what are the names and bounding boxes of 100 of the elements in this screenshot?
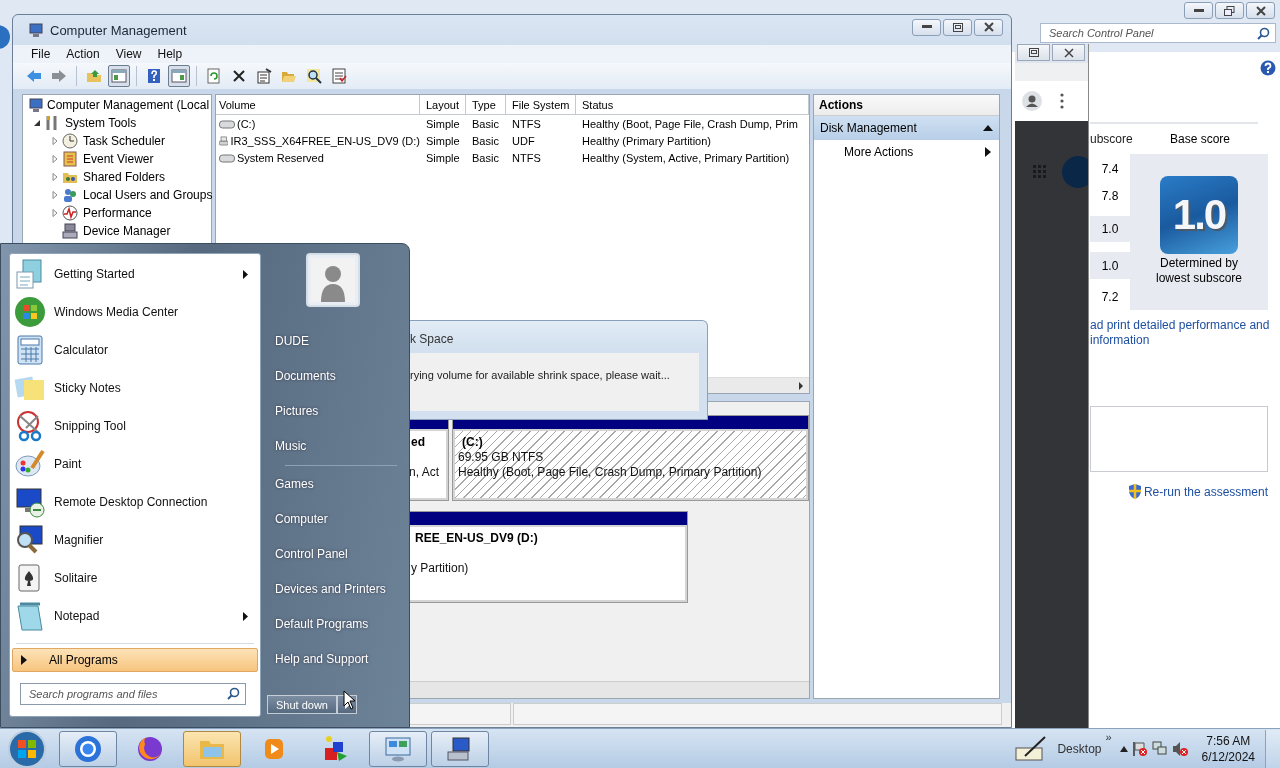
subscore-value: 1.0: [1090, 215, 1130, 243]
close-button[interactable]: [974, 18, 1003, 36]
shutdown-button[interactable]: Shut down: [267, 695, 337, 714]
table-cell: (C:): [216, 117, 420, 130]
show-hidden-icons-icon[interactable]: [1119, 745, 1128, 752]
collapsed-arrow-icon[interactable]: [51, 191, 59, 199]
shield-icon: [1127, 484, 1142, 499]
dialog-title: k Space: [410, 331, 455, 348]
rerun-link[interactable]: Re-run the assessment: [1143, 484, 1268, 499]
restore-button[interactable]: [1017, 44, 1050, 61]
start-menu-link[interactable]: Music: [265, 428, 405, 463]
user-avatar[interactable]: [306, 253, 360, 307]
users-icon: [62, 187, 78, 203]
start-menu-link[interactable]: Documents: [265, 358, 405, 393]
start-button[interactable]: [7, 728, 47, 768]
tree-item[interactable]: Device Manager: [62, 223, 171, 239]
start-menu-link[interactable]: DUDE: [265, 323, 405, 358]
collapse-arrow-icon[interactable]: [983, 125, 993, 131]
details-link[interactable]: ad print detailed performance and: [1090, 318, 1280, 333]
tools-icon: [44, 115, 60, 131]
optical-drive-icon: [219, 133, 229, 148]
start-menu-link[interactable]: Computer: [265, 501, 405, 536]
program-item[interactable]: Calculator: [12, 331, 260, 369]
tree-item[interactable]: Local Users and Groups: [62, 187, 213, 203]
program-item[interactable]: Getting Started: [12, 255, 260, 293]
restore-button[interactable]: [1215, 2, 1244, 19]
chevron-button[interactable]: »: [1105, 730, 1112, 743]
search-field[interactable]: Search programs and files: [20, 683, 246, 705]
table-cell-text: Basic: [471, 151, 500, 164]
collapsed-arrow-icon[interactable]: [51, 137, 59, 145]
expanded-arrow-icon[interactable]: [33, 119, 41, 127]
table-cell-text: Healthy (Boot, Page File, Crash Dump, Prim: [581, 117, 799, 130]
menu-item[interactable]: File: [23, 45, 59, 63]
column-header[interactable]: Volume: [216, 95, 420, 114]
minimize-button[interactable]: [1184, 2, 1213, 19]
start-menu-link[interactable]: Help and Support: [265, 641, 405, 676]
details-link[interactable]: information: [1090, 333, 1280, 348]
minimize-icon: [1193, 8, 1204, 13]
program-item[interactable]: Snipping Tool: [12, 407, 260, 445]
start-menu-link[interactable]: Games: [265, 466, 405, 501]
collapsed-arrow-icon[interactable]: [51, 155, 59, 163]
column-header[interactable]: Type: [466, 95, 506, 114]
action-section[interactable]: Disk Management: [814, 116, 999, 140]
start-menu-link[interactable]: Control Panel: [265, 536, 405, 571]
minimize-button[interactable]: [912, 18, 941, 36]
browser-icon: [73, 733, 103, 764]
dialog-message: rying volume for available shrink space, please wait...: [410, 369, 670, 381]
close-button[interactable]: [1246, 2, 1275, 19]
clock-icon: [62, 133, 78, 149]
tree-item[interactable]: Computer Management (Local: [23, 96, 211, 114]
maximize-button[interactable]: [943, 18, 972, 36]
program-item[interactable]: Solitaire: [12, 559, 260, 597]
partition-block[interactable]: (C:) 69.95 GB NTFS Healthy (Boot, Page File, Crash Dump, Primary Partition): [452, 415, 809, 501]
tree-item[interactable]: Task Scheduler: [62, 133, 166, 149]
start-menu-link[interactable]: Devices and Printers: [265, 571, 405, 606]
program-item[interactable]: Paint: [12, 445, 260, 483]
collapsed-arrow-icon[interactable]: [51, 209, 59, 217]
program-item[interactable]: Sticky Notes: [12, 369, 260, 407]
column-header[interactable]: File System: [506, 95, 576, 114]
partition-name: REE_EN-US_DV9 (D:): [414, 531, 539, 546]
back-button[interactable]: [0, 23, 12, 51]
partition-name: ed: [410, 435, 426, 450]
program-item[interactable]: Remote Desktop Connection: [12, 483, 260, 521]
menu-item[interactable]: Action: [58, 45, 108, 63]
taskbar-button[interactable]: [431, 730, 489, 767]
tree-item[interactable]: Shared Folders: [62, 169, 166, 185]
close-icon: [1255, 5, 1266, 16]
taskbar-button[interactable]: [59, 730, 117, 767]
subscore-value: 1.0: [1090, 252, 1130, 280]
start-menu-link[interactable]: Default Programs: [265, 606, 405, 641]
help-icon[interactable]: [1260, 60, 1276, 76]
program-item[interactable]: Magnifier: [12, 521, 260, 559]
start-menu-link[interactable]: Pictures: [265, 393, 405, 428]
all-programs-item[interactable]: All Programs: [12, 648, 258, 672]
network-icon[interactable]: [1151, 740, 1168, 757]
menu-item[interactable]: View: [107, 45, 150, 63]
expand-arrow-icon: [21, 655, 27, 665]
table-cell-text: Basic: [471, 134, 500, 147]
pen-tablet-icon[interactable]: [1015, 735, 1048, 762]
action-item[interactable]: More Actions: [814, 140, 999, 164]
collapsed-arrow-icon[interactable]: [51, 173, 59, 181]
column-header[interactable]: Status: [576, 95, 809, 114]
tree-item[interactable]: Event Viewer: [62, 151, 154, 167]
clock[interactable]: 7:56 AM 6/12/2024: [1201, 732, 1255, 765]
volume-muted-icon[interactable]: [1171, 740, 1188, 757]
menu-icon[interactable]: [1060, 93, 1064, 109]
tree-item[interactable]: System Tools: [44, 115, 137, 131]
close-button[interactable]: [1052, 44, 1085, 61]
profile-icon[interactable]: [1022, 91, 1042, 111]
flag-icon[interactable]: [1131, 740, 1148, 757]
scroll-right-icon[interactable]: [798, 381, 804, 390]
tree-item[interactable]: Performance: [62, 205, 152, 221]
desktop-toolbar[interactable]: Desktop: [1057, 741, 1102, 756]
program-item[interactable]: Notepad: [12, 597, 260, 635]
close-icon: [1063, 47, 1074, 58]
program-item[interactable]: Windows Media Center: [12, 293, 260, 331]
menu-item[interactable]: Help: [149, 45, 191, 63]
search-field[interactable]: Search Control Panel: [1040, 23, 1276, 43]
column-header[interactable]: Layout: [420, 95, 466, 114]
monitor-icon: [28, 22, 44, 38]
